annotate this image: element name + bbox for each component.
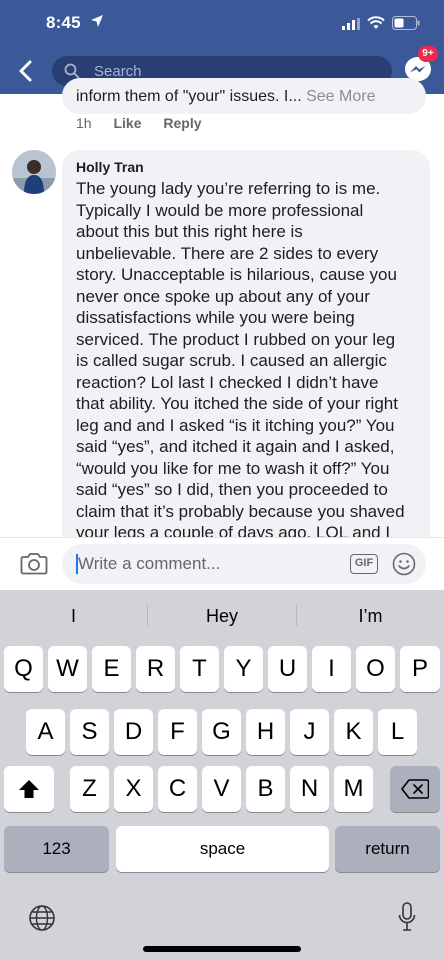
comment-line: is called sugar scrub. I caused an aller… xyxy=(76,351,387,370)
status-bar: 8:45 xyxy=(0,0,444,44)
home-indicator[interactable] xyxy=(143,946,301,952)
reply-button[interactable]: Reply xyxy=(163,115,201,131)
gif-button[interactable]: GIF xyxy=(350,554,378,574)
key-j[interactable]: J xyxy=(290,709,329,755)
emoji-icon[interactable] xyxy=(392,552,416,576)
comment-line: dissatisfactions while you were being xyxy=(76,308,355,327)
suggestion-2[interactable]: Hey xyxy=(148,606,296,627)
comment-composer: Write a comment... GIF xyxy=(0,537,444,590)
backspace-icon xyxy=(401,779,430,799)
comment-line: leg and and I asked “is it itching you?”… xyxy=(76,415,395,435)
comment-line: Typically I would be more professional xyxy=(76,200,364,220)
comment-line: never once spoke up about any of your xyxy=(76,286,370,306)
see-more-link[interactable]: See More xyxy=(306,88,375,105)
key-x[interactable]: X xyxy=(114,766,153,812)
cellular-signal-icon xyxy=(342,18,360,30)
battery-icon xyxy=(392,16,420,30)
key-d[interactable]: D xyxy=(114,709,153,755)
return-key[interactable]: return xyxy=(335,826,440,872)
comment-line: about this but this right here is xyxy=(76,222,303,241)
previous-comment-actions: 1h Like Reply xyxy=(76,115,220,131)
suggestion-3[interactable]: I’m xyxy=(297,606,444,627)
avatar[interactable] xyxy=(12,150,56,194)
status-time: 8:45 xyxy=(46,13,81,32)
microphone-icon[interactable] xyxy=(398,902,416,932)
key-u[interactable]: U xyxy=(268,646,307,692)
comment-timestamp: 1h xyxy=(76,115,92,131)
previous-comment-body: inform them of "your" issues. I... xyxy=(76,88,302,105)
key-v[interactable]: V xyxy=(202,766,241,812)
comment-line: reaction? Lol last I checked I didn’t ha… xyxy=(76,372,379,392)
comment-line: “would you like for me to wash it off?” … xyxy=(76,458,390,478)
key-g[interactable]: G xyxy=(202,709,241,755)
key-c[interactable]: C xyxy=(158,766,197,812)
key-s[interactable]: S xyxy=(70,709,109,755)
key-b[interactable]: B xyxy=(246,766,285,812)
wifi-icon xyxy=(367,16,385,29)
key-n[interactable]: N xyxy=(290,766,329,812)
ios-keyboard: I Hey I’m Q W E R T Y U I O P A S D F G … xyxy=(0,590,444,960)
comment-text: The young lady you’re referring to is me… xyxy=(76,178,421,544)
key-q[interactable]: Q xyxy=(4,646,43,692)
key-e[interactable]: E xyxy=(92,646,131,692)
key-l[interactable]: L xyxy=(378,709,417,755)
key-r[interactable]: R xyxy=(136,646,175,692)
comment-line: serviced. The product I rubbed on your l… xyxy=(76,329,396,349)
back-arrow-icon[interactable] xyxy=(12,56,40,86)
like-button[interactable]: Like xyxy=(113,115,141,131)
key-i[interactable]: I xyxy=(312,646,351,692)
camera-icon[interactable] xyxy=(20,550,48,576)
key-o[interactable]: O xyxy=(356,646,395,692)
comment-line: that ability. You itched the side of you… xyxy=(76,394,398,413)
key-p[interactable]: P xyxy=(400,646,440,692)
previous-comment-bubble: inform them of "your" issues. I... See M… xyxy=(62,78,426,114)
key-a[interactable]: A xyxy=(26,709,65,755)
comment-author[interactable]: Holly Tran xyxy=(76,159,144,175)
key-z[interactable]: Z xyxy=(70,766,109,812)
key-k[interactable]: K xyxy=(334,709,373,755)
shift-key[interactable] xyxy=(4,766,54,812)
location-arrow-icon xyxy=(91,15,103,27)
space-key[interactable]: space xyxy=(116,826,329,872)
numbers-key[interactable]: 123 xyxy=(4,826,109,872)
key-w[interactable]: W xyxy=(48,646,87,692)
comment-input[interactable]: Write a comment... GIF xyxy=(62,544,426,584)
comment-line: said “yes”, and itched it again and I as… xyxy=(76,437,395,456)
search-icon xyxy=(64,63,80,79)
suggestion-1[interactable]: I xyxy=(0,606,147,627)
comment-bubble: Holly Tran The young lady you’re referri… xyxy=(62,150,430,542)
avatar-photo xyxy=(12,150,56,194)
comment-placeholder: Write a comment... xyxy=(78,554,221,573)
globe-icon[interactable] xyxy=(28,904,56,932)
key-y[interactable]: Y xyxy=(224,646,263,692)
comment-line: said “yes” so I did, then you proceeded … xyxy=(76,480,388,499)
key-t[interactable]: T xyxy=(180,646,219,692)
previous-comment-text: inform them of "your" issues. I... See M… xyxy=(76,88,375,106)
predictive-bar: I Hey I’m xyxy=(0,590,444,638)
comment-line: story. Unacceptable is hilarious, cause … xyxy=(76,265,397,284)
comment-line: The young lady you’re referring to is me… xyxy=(76,179,381,198)
comment-line: unbelievable. There are 2 sides to every xyxy=(76,243,379,263)
key-f[interactable]: F xyxy=(158,709,197,755)
delete-key[interactable] xyxy=(390,766,440,812)
comment-line: claim that it’s probably because you sha… xyxy=(76,501,405,521)
key-h[interactable]: H xyxy=(246,709,285,755)
key-m[interactable]: M xyxy=(334,766,373,812)
messenger-badge: 9+ xyxy=(418,46,438,62)
shift-arrow-icon xyxy=(19,780,39,798)
